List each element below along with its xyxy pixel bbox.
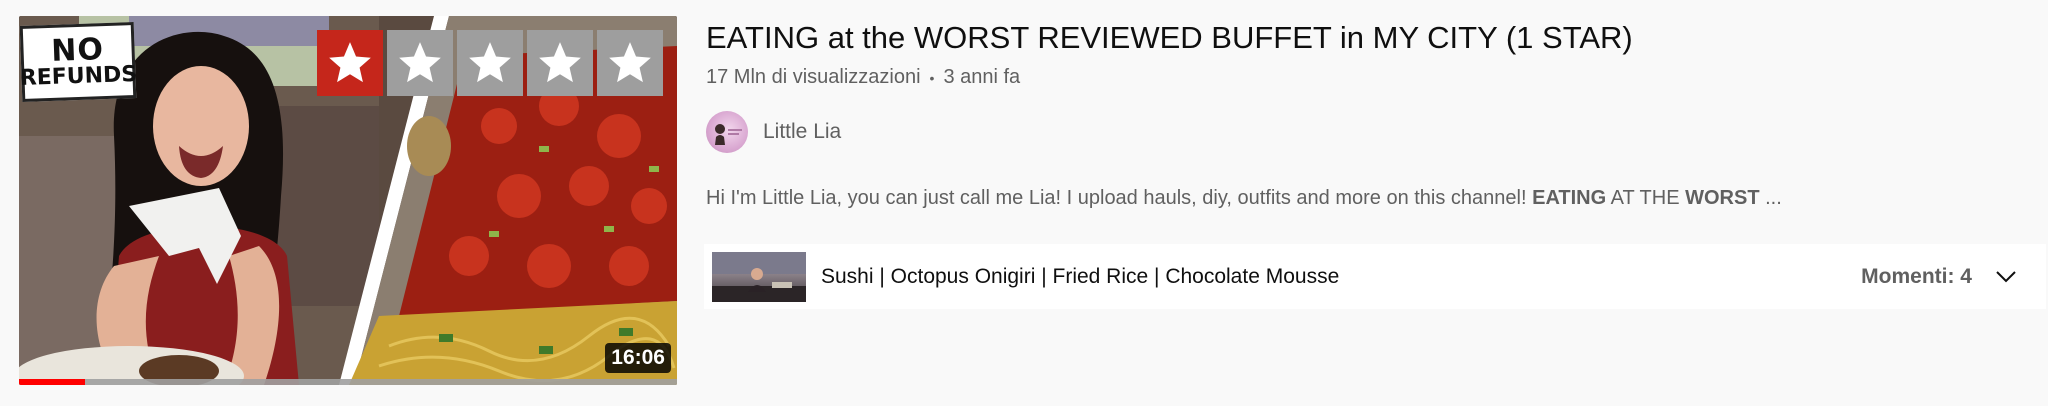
upload-age: 3 anni fa	[943, 66, 1021, 88]
description-bold-1: EATING	[1532, 187, 1607, 209]
star-icon	[539, 42, 581, 83]
channel-name[interactable]: Little Lia	[763, 120, 841, 144]
star-icon	[329, 42, 371, 83]
sign-line-2: REFUNDS	[19, 61, 138, 92]
description-text-1: Hi I'm Little Lia, you can just call me …	[706, 187, 1533, 209]
chevron-down-icon[interactable]	[1994, 265, 2018, 289]
moments-count[interactable]: Momenti: 4	[1861, 265, 1972, 289]
chapter-thumbnail[interactable]	[712, 251, 806, 302]
video-description-snippet: Hi I'm Little Lia, you can just call me …	[706, 187, 2026, 210]
chapter-title[interactable]: Sushi | Octopus Onigiri | Fried Rice | C…	[821, 265, 1861, 289]
video-metadata: 17 Mln di visualizzazioni • 3 anni fa	[706, 66, 2026, 89]
description-text-2: AT THE	[1606, 187, 1686, 209]
avatar-image	[715, 124, 742, 145]
sign-line-1: NO	[50, 32, 105, 69]
star-empty	[387, 30, 453, 96]
star-icon	[399, 42, 441, 83]
star-empty	[597, 30, 663, 96]
no-refunds-sign: NO REFUNDS	[19, 22, 138, 102]
video-details: EATING at the WORST REVIEWED BUFFET in M…	[704, 16, 2046, 309]
star-rating	[317, 30, 663, 96]
channel-avatar[interactable]	[706, 111, 748, 153]
view-count: 17 Mln di visualizzazioni	[706, 66, 921, 88]
video-title[interactable]: EATING at the WORST REVIEWED BUFFET in M…	[706, 16, 2026, 60]
key-moments-panel[interactable]: Sushi | Octopus Onigiri | Fried Rice | C…	[704, 244, 2046, 309]
duration-badge: 16:06	[605, 343, 671, 373]
video-result[interactable]: NO REFUNDS 16:06 EATING at the WORST REV…	[0, 0, 2048, 406]
star-icon	[469, 42, 511, 83]
video-thumbnail[interactable]: NO REFUNDS 16:06	[19, 16, 677, 385]
watch-progress-fill	[19, 379, 85, 385]
chapter-thumbnail-image	[712, 251, 806, 302]
star-empty	[457, 30, 523, 96]
star-icon	[609, 42, 651, 83]
meta-separator: •	[929, 69, 935, 86]
channel-link[interactable]: Little Lia	[706, 111, 2026, 153]
star-empty	[527, 30, 593, 96]
watch-progress-bar	[19, 379, 677, 385]
star-filled	[317, 30, 383, 96]
description-text-3: ...	[1759, 187, 1782, 209]
description-bold-2: WORST	[1685, 187, 1760, 209]
